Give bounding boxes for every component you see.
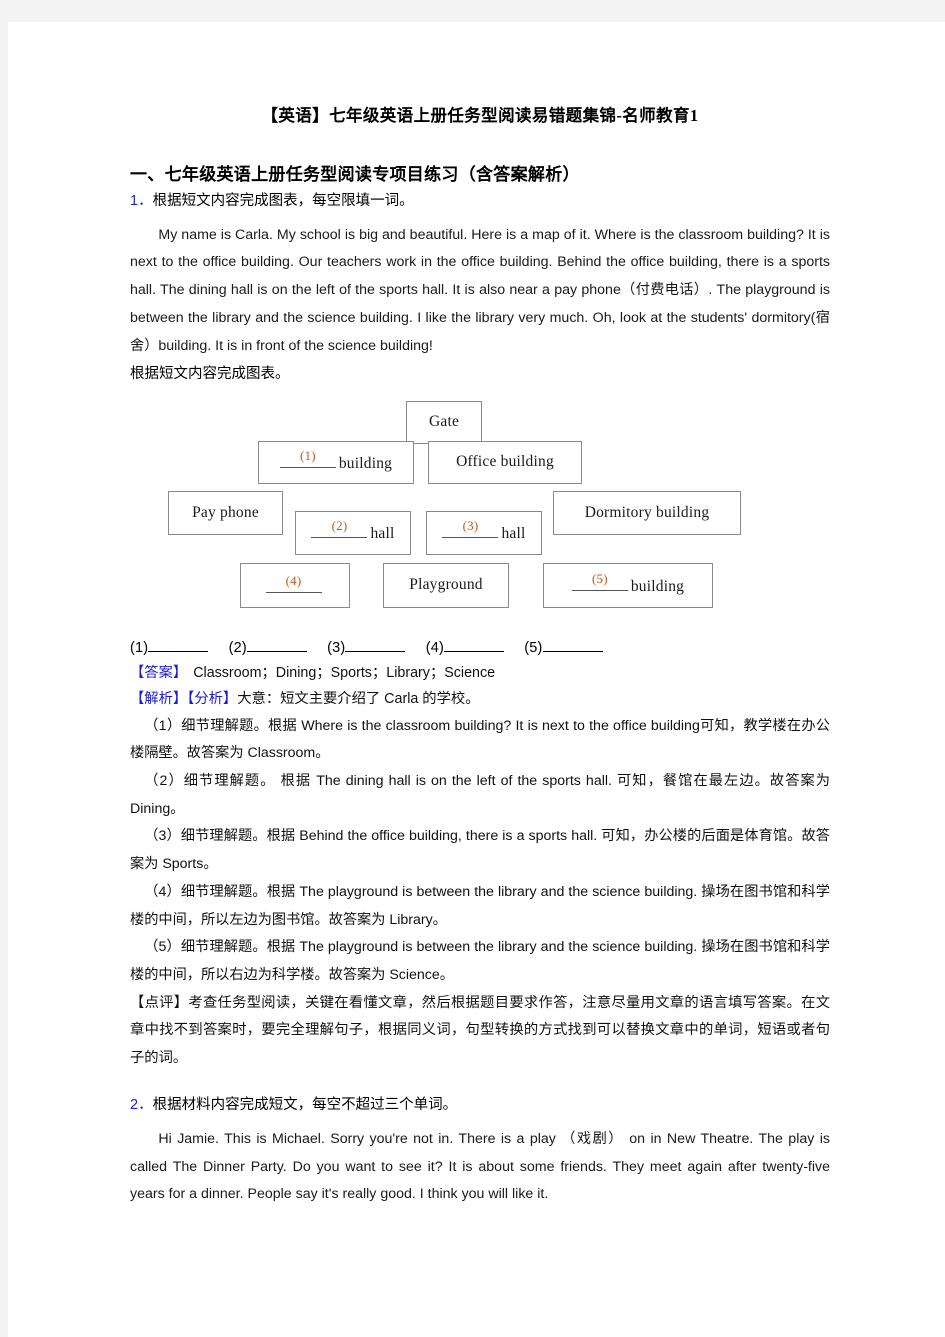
analysis-line: 【解析】【分析】大意：短文主要介绍了 Carla 的学校。 (130, 686, 830, 712)
answer-blank-4-label: (4) (425, 639, 445, 656)
answer-blank-2[interactable]: (2) (229, 639, 307, 656)
diagram-blank-3-label: hall (501, 525, 526, 543)
document-page: 【英语】七年级英语上册任务型阅读易错题集锦-名师教育1 一、七年级英语上册任务型… (8, 22, 945, 1337)
diagram-payphone-label: Pay phone (192, 503, 259, 521)
diagram-blank-2[interactable]: (2) hall (311, 518, 395, 543)
answer-blank-4[interactable]: (4) (425, 639, 505, 656)
comment-paragraph: 【点评】考查任务型阅读，关键在看懂文章，然后根据题目要求作答，注意尽量用文章的语… (130, 990, 830, 1074)
diagram-gate-label: Gate (428, 413, 460, 431)
question-2-instruction: 根据材料内容完成短文，每空不超过三个单词。 (152, 1097, 458, 1114)
answer-blank-2-label: (2) (228, 639, 247, 656)
question-1-passage: My name is Carla. My school is big and b… (130, 226, 830, 354)
diagram-office-label: Office building (456, 453, 554, 471)
diagram-box-gate: Gate (406, 400, 482, 444)
explanation-item-2: （2）细节理解题。 根据 The dining hall is on the l… (130, 773, 830, 817)
analysis-sub-tag: 【分析】 (187, 691, 238, 708)
diagram-blank-4-index: (4) (285, 573, 302, 589)
comment-tag: 【点评】 (130, 994, 189, 1011)
diagram-blank-5-index: (5) (591, 570, 608, 586)
comment-text: 考查任务型阅读，关键在看懂文章，然后根据题目要求作答，注意尽量用文章的语言填写答… (130, 994, 830, 1067)
school-map-diagram: Gate (1) building Office building Pay ph… (130, 400, 830, 633)
answer-blank-5[interactable]: (5) (524, 639, 603, 656)
question-1-chart-prompt: 根据短文内容完成图表。 (130, 366, 290, 383)
diagram-blank-2-index: (2) (331, 518, 348, 534)
diagram-box-dormitory-building: Dormitory building (553, 490, 741, 535)
diagram-blank-1-line[interactable]: (1) (279, 448, 336, 468)
document-title: 【英语】七年级英语上册任务型阅读易错题集锦-名师教育1 (261, 106, 699, 125)
diagram-playground-label: Playground (409, 576, 483, 594)
analysis-tag: 【解析】 (130, 691, 188, 708)
answer-tag: 【答案】 (130, 664, 188, 681)
diagram-box-blank-5[interactable]: (5) building (543, 562, 713, 608)
answer-blank-5-line[interactable] (542, 639, 603, 652)
answer-blank-3[interactable]: (3) (327, 639, 406, 656)
answer-blank-3-line[interactable] (345, 639, 406, 652)
answer-blank-1-line[interactable] (148, 639, 209, 652)
answer-blank-4-line[interactable] (444, 639, 505, 652)
answer-blank-5-label: (5) (524, 639, 543, 656)
question-1-number: 1． (130, 193, 153, 209)
diagram-box-blank-1[interactable]: (1) building (258, 440, 414, 484)
diagram-box-blank-3[interactable]: (3) hall (426, 510, 542, 555)
answer-line: 【答案】 Classroom；Dining；Sports；Library；Scie… (130, 660, 830, 686)
diagram-blank-2-label: hall (370, 525, 395, 543)
diagram-blank-3-index: (3) (462, 518, 479, 534)
diagram-box-pay-phone: Pay phone (168, 490, 283, 535)
explanation-item-1: （1）细节理解题。根据 Where is the classroom build… (130, 717, 830, 762)
diagram-box-office-building: Office building (428, 440, 582, 484)
analysis-intro: 大意：短文主要介绍了 Carla 的学校。 (237, 691, 480, 708)
explanation-item-3: （3）细节理解题。根据 Behind the office building, … (130, 828, 830, 873)
diagram-blank-5-line[interactable]: (5) (571, 571, 628, 591)
diagram-box-playground: Playground (383, 562, 509, 608)
diagram-blank-1-index: (1) (299, 447, 316, 463)
answer-blank-3-label: (3) (327, 639, 346, 656)
diagram-blank-5-label: building (630, 577, 685, 595)
diagram-blank-1-label: building (338, 454, 393, 472)
explanation-item-4: （4）细节理解题。根据 The playground is between th… (130, 883, 830, 928)
diagram-blank-5[interactable]: (5) building (571, 571, 685, 596)
question-2-number: 2． (130, 1097, 153, 1114)
diagram-dormitory-label: Dormitory building (584, 503, 710, 521)
diagram-blank-3-line[interactable]: (3) (442, 518, 499, 539)
explanation-item-5: （5）细节理解题。根据 The playground is between th… (130, 939, 830, 983)
question-1-instruction: 根据短文内容完成图表，每空限填一词。 (152, 193, 414, 209)
answer-text: Classroom；Dining；Sports；Library；Science (193, 664, 496, 681)
diagram-box-blank-4[interactable]: (4) (240, 562, 350, 608)
question-1-instruction-line: 1．根据短文内容完成图表，每空限填一词。 (130, 191, 830, 213)
answer-blank-1[interactable]: (1) (130, 639, 209, 656)
question-2-instruction-line: 2．根据材料内容完成短文，每空不超过三个单词。 (130, 1095, 830, 1117)
diagram-blank-3[interactable]: (3) hall (442, 518, 526, 543)
diagram-blank-2-line[interactable]: (2) (311, 518, 368, 539)
answer-blank-row[interactable]: (1) (2) (3) (4) (5) (130, 639, 830, 656)
answer-blank-1-label: (1) (130, 639, 149, 656)
section-heading: 一、七年级英语上册任务型阅读专项目练习（含答案解析） (130, 165, 580, 184)
diagram-blank-1[interactable]: (1) building (279, 448, 393, 473)
diagram-blank-4-line[interactable]: (4) (265, 573, 322, 594)
answer-blank-2-line[interactable] (246, 639, 307, 652)
diagram-blank-4[interactable]: (4) (265, 573, 325, 594)
diagram-box-blank-2[interactable]: (2) hall (295, 510, 411, 555)
document-content: 【英语】七年级英语上册任务型阅读易错题集锦-名师教育1 一、七年级英语上册任务型… (130, 102, 830, 1209)
question-2-passage: Hi Jamie. This is Michael. Sorry you're … (130, 1130, 830, 1203)
